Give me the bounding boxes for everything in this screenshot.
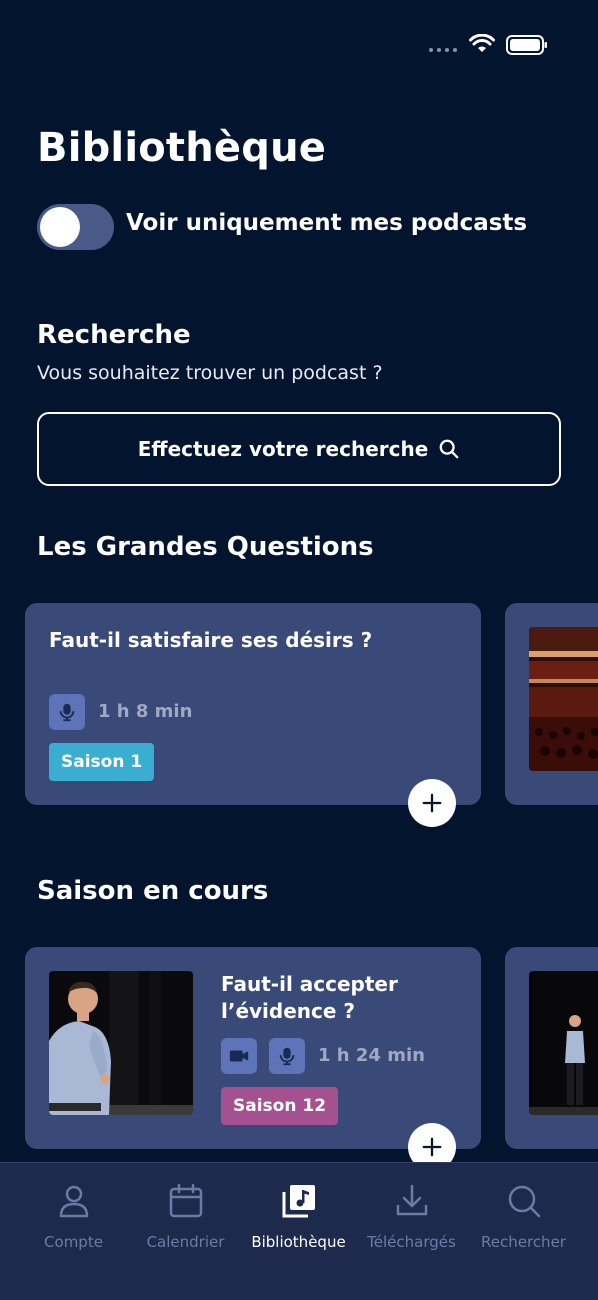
podcast-card[interactable]: Faut-il satisfaire ses désirs ? 1 h 8 mi… (25, 603, 481, 805)
battery-icon (506, 35, 547, 55)
theatre-thumbnail (529, 627, 598, 771)
season-badge: Saison 12 (221, 1087, 339, 1125)
tab-label: Téléchargés (367, 1233, 456, 1251)
mic-icon (269, 1038, 305, 1074)
plus-icon (422, 1137, 442, 1157)
plus-icon (422, 793, 442, 813)
search-button[interactable]: Effectuez votre recherche (37, 412, 561, 486)
tab-compte[interactable]: Compte (14, 1163, 133, 1273)
tab-telecharges[interactable]: Téléchargés (352, 1163, 471, 1273)
podcast-duration: 1 h 24 min (318, 1045, 425, 1066)
person-icon (59, 1185, 89, 1218)
tab-label: Compte (44, 1233, 103, 1251)
podcast-card[interactable]: Faut-il accepter l’évidence ? 1 h 24 min… (25, 947, 481, 1149)
page-title: Bibliothèque (37, 125, 327, 171)
podcast-card-partial[interactable] (505, 603, 598, 805)
my-podcasts-toggle[interactable] (37, 204, 114, 250)
search-icon (508, 1185, 541, 1218)
grandes-questions-title: Les Grandes Questions (37, 532, 374, 562)
wifi-icon (469, 34, 495, 52)
my-podcasts-toggle-label: Voir uniquement mes podcasts (126, 210, 528, 236)
speaker-thumbnail (529, 971, 598, 1115)
calendar-icon (169, 1183, 203, 1218)
tab-bibliotheque[interactable]: Bibliothèque (239, 1163, 358, 1273)
video-icon (221, 1038, 257, 1074)
podcast-title-line-1: Faut-il accepter (221, 972, 398, 996)
tab-bar: Compte Calendrier Bibliothèque Télécharg… (0, 1162, 598, 1300)
search-section-subtitle: Vous souhaitez trouver un podcast ? (37, 362, 383, 384)
add-button[interactable] (408, 779, 456, 827)
podcast-card-partial[interactable] (505, 947, 598, 1149)
speaker-thumbnail (49, 971, 193, 1115)
library-icon (282, 1185, 315, 1218)
toggle-knob (40, 207, 80, 247)
tab-rechercher[interactable]: Rechercher (464, 1163, 583, 1273)
search-section-title: Recherche (37, 320, 191, 350)
tab-label: Rechercher (481, 1233, 566, 1251)
status-bar (0, 0, 598, 90)
search-button-label: Effectuez votre recherche (137, 437, 429, 461)
podcast-duration: 1 h 8 min (98, 701, 193, 722)
tab-calendrier[interactable]: Calendrier (126, 1163, 245, 1273)
tab-label: Calendrier (146, 1233, 225, 1251)
podcast-title: Faut-il satisfaire ses désirs ? (49, 628, 373, 652)
mic-icon (49, 694, 85, 730)
cellular-signal-icon (429, 48, 457, 52)
search-icon (439, 439, 459, 459)
podcast-title: Faut-il accepter l’évidence ? (221, 971, 398, 1025)
season-badge: Saison 1 (49, 743, 155, 781)
tab-label: Bibliothèque (251, 1233, 346, 1251)
podcast-title-line-2: l’évidence ? (221, 999, 356, 1023)
download-icon (396, 1184, 428, 1216)
current-season-title: Saison en cours (37, 876, 269, 906)
